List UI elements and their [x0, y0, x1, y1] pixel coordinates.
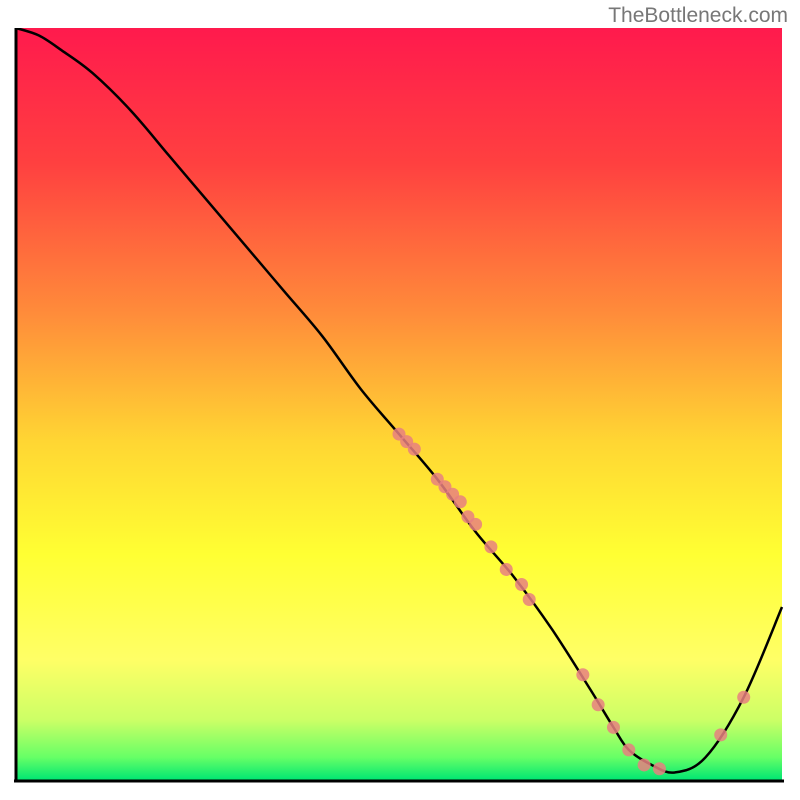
data-point [576, 668, 589, 681]
data-point [607, 721, 620, 734]
watermark-text: TheBottleneck.com [608, 4, 788, 28]
data-point [622, 743, 635, 756]
chart-svg [14, 28, 784, 784]
data-point [714, 728, 727, 741]
data-point [469, 518, 482, 531]
data-point [500, 563, 513, 576]
data-point [737, 691, 750, 704]
data-point [408, 443, 421, 456]
gradient-background [16, 28, 782, 780]
data-point [638, 758, 651, 771]
chart-container [14, 28, 784, 784]
data-point [484, 540, 497, 553]
data-point [592, 698, 605, 711]
data-point [454, 495, 467, 508]
data-point [515, 578, 528, 591]
data-point [523, 593, 536, 606]
data-point [653, 762, 666, 775]
